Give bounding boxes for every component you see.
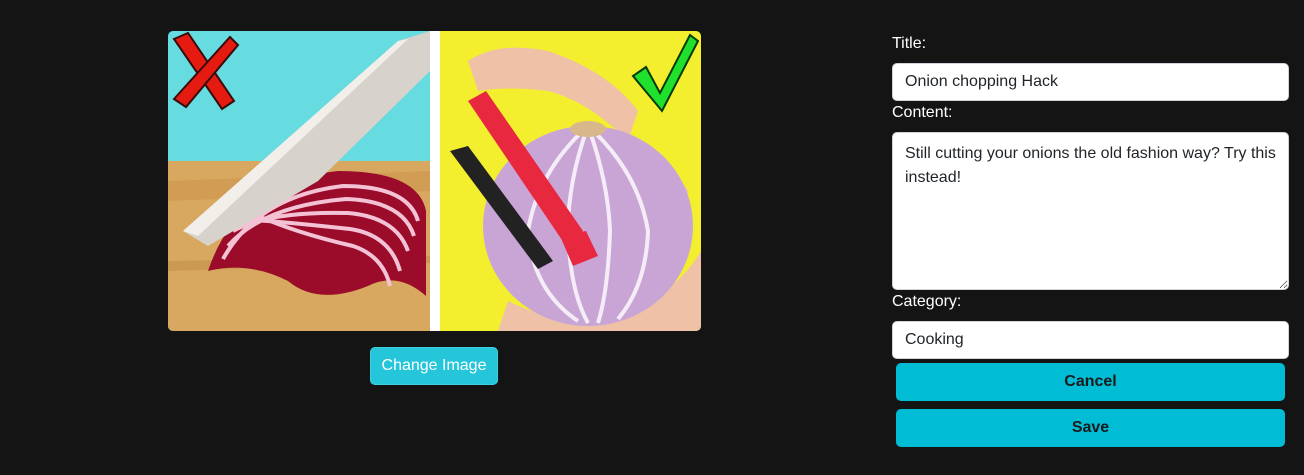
image-panel: Change Image — [168, 31, 701, 385]
cancel-button[interactable]: Cancel — [896, 363, 1285, 401]
title-input[interactable] — [892, 63, 1289, 101]
change-image-button[interactable]: Change Image — [370, 347, 498, 385]
title-label: Title: — [892, 35, 927, 52]
category-label: Category: — [892, 293, 962, 310]
category-input[interactable] — [892, 321, 1289, 359]
save-button[interactable]: Save — [896, 409, 1285, 447]
edit-post-form: Title: Content: Still cutting your onion… — [892, 33, 1290, 447]
content-label: Content: — [892, 104, 953, 121]
content-textarea[interactable]: Still cutting your onions the old fashio… — [892, 132, 1289, 290]
post-image — [168, 31, 701, 331]
